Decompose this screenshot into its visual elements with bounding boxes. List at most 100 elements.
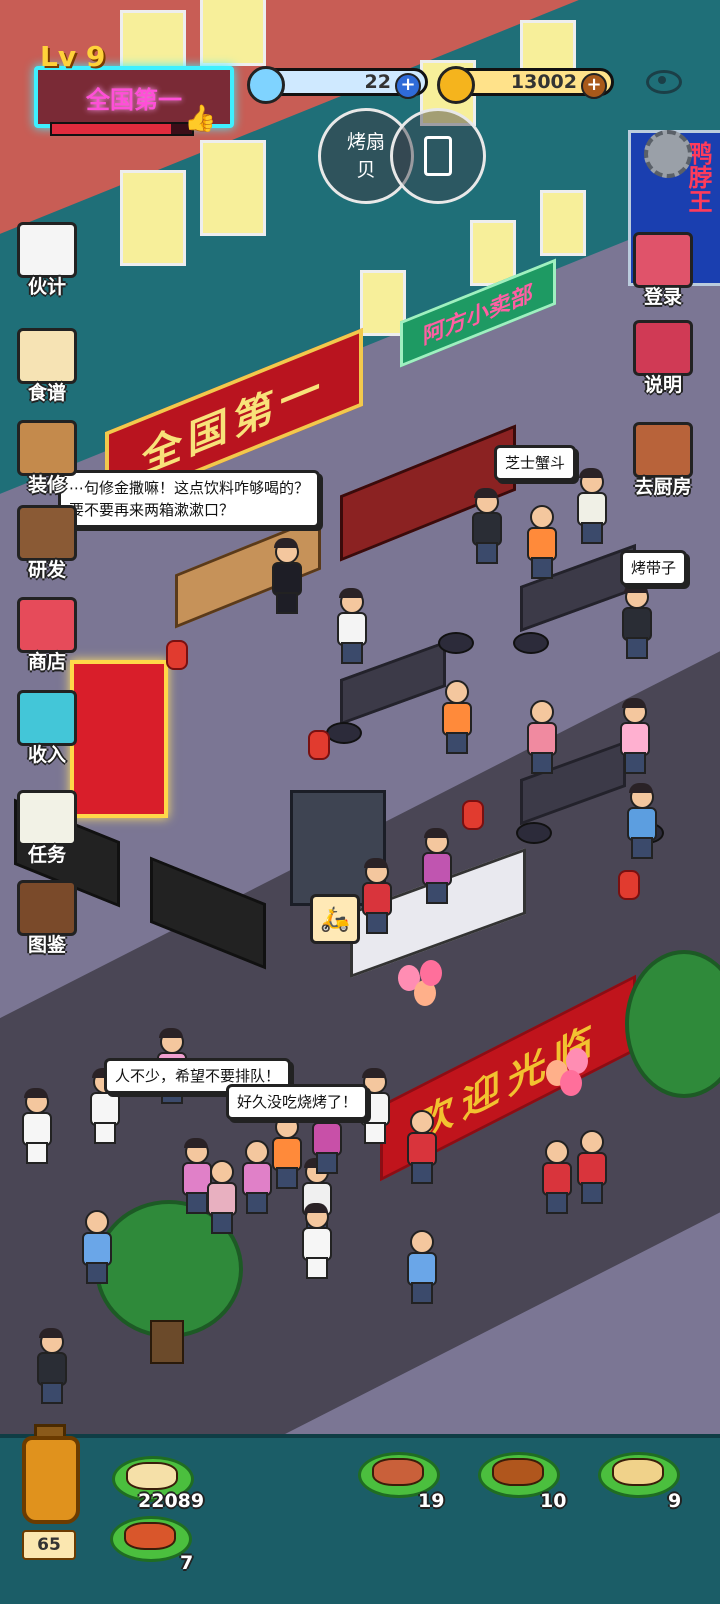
- gear-icon[interactable]: [644, 130, 692, 178]
- grilled-fish-icon: [492, 1458, 544, 1486]
- stool: [516, 822, 552, 844]
- side-menu-right-2[interactable]: 去厨房: [624, 422, 702, 499]
- customer[interactable]: [620, 583, 652, 659]
- coin-count: 13002: [510, 71, 577, 93]
- stool: [438, 632, 474, 654]
- staff-red-cap[interactable]: [575, 1130, 607, 1204]
- staff-red-cap[interactable]: [405, 1110, 437, 1184]
- stool: [513, 632, 549, 654]
- customer[interactable]: [575, 468, 607, 544]
- customer[interactable]: [440, 680, 472, 754]
- phone-lock-icon: [424, 136, 452, 176]
- side-menu-label: 食谱: [27, 382, 66, 404]
- side-menu-2[interactable]: 装修: [8, 420, 86, 497]
- game-scene[interactable]: 全国第一 阿方小卖部 鸭脖王 欢迎光临 ⋯句修金撒嘛！这点饮料咋够喝的？ 要不要…: [0, 0, 720, 1440]
- pedestrian[interactable]: [20, 1088, 52, 1164]
- queue-customer[interactable]: [300, 1203, 332, 1279]
- side-menu-label: 研发: [27, 559, 66, 581]
- balloon: [420, 960, 442, 986]
- window: [200, 140, 266, 236]
- customer[interactable]: [625, 783, 657, 859]
- speech-bubble: 好久没吃烧烤了！: [226, 1084, 369, 1120]
- thumbs-up-icon: 👍: [184, 104, 217, 134]
- chef-icon: [17, 222, 77, 278]
- lantern: [308, 730, 330, 760]
- scallop-dish-icon: [126, 1462, 178, 1490]
- customer[interactable]: [525, 505, 557, 579]
- side-menu-0[interactable]: 伙计: [8, 222, 86, 299]
- dish-count-wrap: 10: [540, 1490, 566, 1512]
- jar-count: 65: [22, 1530, 76, 1560]
- tree-trunk: [150, 1320, 184, 1364]
- queue-customer[interactable]: [240, 1140, 272, 1214]
- gem-counter[interactable]: 22 +: [247, 66, 428, 104]
- notepad-icon: [17, 790, 77, 846]
- cheese-crab-icon: [612, 1458, 664, 1486]
- side-menu-right-0[interactable]: 登录: [624, 232, 702, 309]
- coin-icon: [437, 66, 475, 104]
- side-menu-6[interactable]: 任务: [8, 790, 86, 867]
- window: [540, 190, 586, 256]
- customer[interactable]: [470, 488, 502, 564]
- table-icon: [17, 420, 77, 476]
- staff-red-cap[interactable]: [540, 1140, 572, 1214]
- pedestrian[interactable]: [80, 1210, 112, 1284]
- lantern: [618, 870, 640, 900]
- sauce-jar-icon[interactable]: [22, 1436, 80, 1524]
- add-coins-button[interactable]: +: [581, 73, 607, 99]
- queue-customer[interactable]: [270, 1115, 302, 1189]
- side-menu-4[interactable]: 商店: [8, 597, 86, 674]
- side-menu-label: 装修: [27, 474, 66, 496]
- delivery-icon[interactable]: 🛵: [310, 894, 360, 944]
- side-menu-label: 登录: [643, 286, 682, 308]
- eye-icon[interactable]: [646, 70, 682, 94]
- lantern: [166, 640, 188, 670]
- coin-counter[interactable]: 13002 +: [437, 66, 614, 104]
- waitress[interactable]: [270, 538, 302, 614]
- window: [120, 170, 186, 266]
- customer[interactable]: [525, 700, 557, 774]
- side-menu-label: 任务: [27, 844, 66, 866]
- queue-customer[interactable]: [205, 1160, 237, 1234]
- side-menu-5[interactable]: 收入: [8, 690, 86, 767]
- chart-icon: [17, 690, 77, 746]
- dish-count: 7: [180, 1552, 194, 1574]
- drumstick-icon: [17, 505, 77, 561]
- manual-icon: [633, 320, 693, 376]
- side-menu-label: 去厨房: [634, 476, 692, 498]
- dish-count: 22089: [138, 1490, 205, 1512]
- window: [200, 0, 266, 66]
- skewer-plate-icon: [17, 328, 77, 384]
- dish-count-wrap: 7: [180, 1552, 193, 1574]
- shop-icon: [17, 597, 77, 653]
- door-icon: [633, 422, 693, 478]
- sitting-man[interactable]: [35, 1328, 67, 1404]
- side-menu-right-1[interactable]: 说明: [624, 320, 702, 397]
- side-menu-7[interactable]: 图鉴: [8, 880, 86, 957]
- side-menu-label: 伙计: [27, 276, 66, 298]
- roast-leg-icon: [372, 1458, 424, 1486]
- add-gems-button[interactable]: +: [395, 73, 421, 99]
- book-icon: [17, 880, 77, 936]
- pedestrian[interactable]: [405, 1230, 437, 1304]
- speech-bubble: 烤带子: [620, 550, 688, 586]
- phone-lock-button[interactable]: [390, 108, 486, 204]
- side-menu-label: 收入: [27, 744, 66, 766]
- level-progress-bar: [50, 122, 194, 136]
- diamond-icon: [247, 66, 285, 104]
- dish-count-wrap: 9: [668, 1490, 681, 1512]
- chicken-leg-icon: [124, 1522, 176, 1550]
- level-label: Lv 9: [40, 40, 106, 73]
- cashier[interactable]: [360, 858, 392, 934]
- side-menu-label: 说明: [643, 374, 682, 396]
- dish-count: 9: [668, 1490, 682, 1512]
- level-progress-fill: [52, 124, 171, 134]
- speech-bubble: ⋯句修金撒嘛！这点饮料咋够喝的？ 要不要再来两箱漱漱口？: [58, 470, 321, 528]
- side-menu-3[interactable]: 研发: [8, 505, 86, 582]
- staff[interactable]: [420, 828, 452, 904]
- speech-bubble: 芝士蟹斗: [494, 445, 577, 481]
- side-menu-1[interactable]: 食谱: [8, 328, 86, 405]
- customer[interactable]: [618, 698, 650, 774]
- dish-count: 10: [540, 1490, 567, 1512]
- customer[interactable]: [335, 588, 367, 664]
